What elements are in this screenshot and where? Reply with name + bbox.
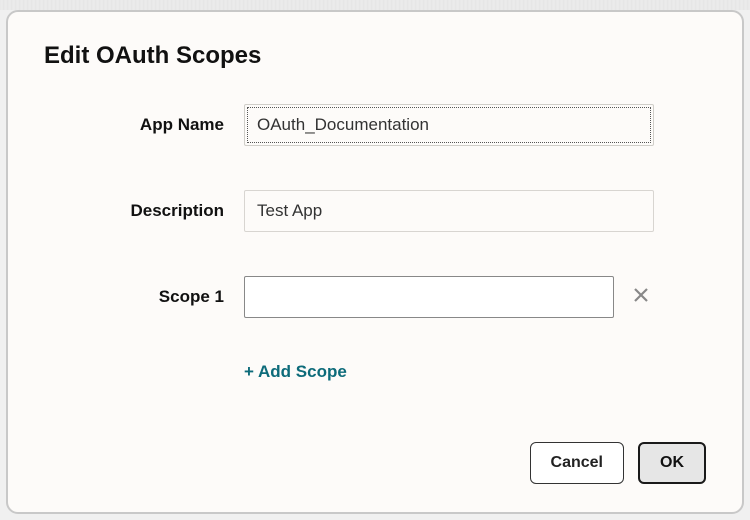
window-chrome-strip [0, 0, 750, 10]
dialog-button-row: Cancel OK [44, 442, 706, 484]
description-input[interactable] [244, 190, 654, 232]
form-area: App Name Description Scope 1 + Add Scope [44, 104, 706, 442]
dialog-title: Edit OAuth Scopes [44, 42, 706, 70]
scope-1-row: Scope 1 [44, 276, 706, 318]
app-name-row: App Name [44, 104, 706, 146]
app-name-label: App Name [44, 115, 244, 135]
add-scope-row: + Add Scope [44, 362, 706, 382]
scope-1-input[interactable] [244, 276, 614, 318]
remove-scope-icon[interactable] [632, 286, 650, 308]
app-name-input[interactable] [244, 104, 654, 146]
edit-oauth-scopes-dialog: Edit OAuth Scopes App Name Description S… [6, 10, 744, 514]
description-label: Description [44, 201, 244, 221]
scope-1-label: Scope 1 [44, 287, 244, 307]
cancel-button[interactable]: Cancel [530, 442, 624, 484]
add-scope-link[interactable]: + Add Scope [244, 362, 347, 382]
ok-button[interactable]: OK [638, 442, 706, 484]
description-row: Description [44, 190, 706, 232]
